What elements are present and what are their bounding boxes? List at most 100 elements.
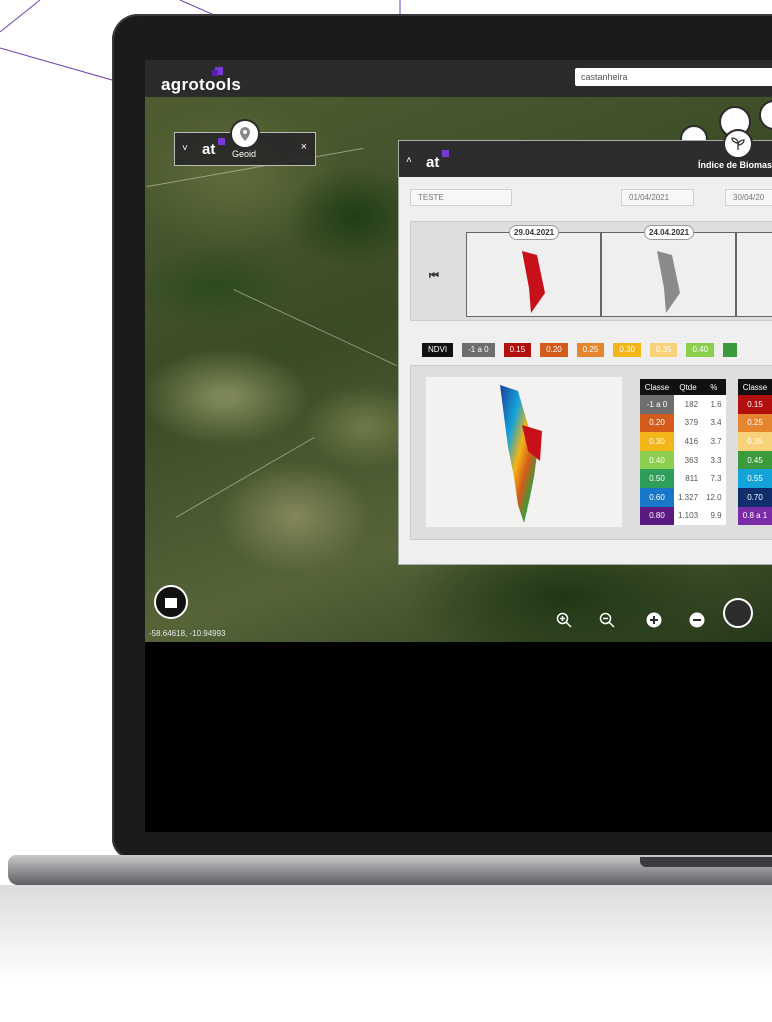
thumbnail-date: 24.04.2021 [644, 225, 695, 240]
class-cell: 0.70 [738, 487, 772, 507]
class-cell: 0.8 a 1 [738, 506, 772, 526]
table-row: 0.15 [738, 395, 772, 414]
legend-item: 0.15 [503, 343, 532, 357]
table-row: 0.20 379 3.4 [640, 413, 726, 433]
pct-cell: 3.7 [702, 432, 726, 451]
qtde-cell: 363 [674, 450, 703, 470]
app-screen: agrotools castanheira ˅ at Geoid × ˄ at [145, 60, 772, 642]
surface-reflection [0, 885, 772, 1022]
timeline-thumbnail[interactable] [736, 232, 772, 317]
ndvi-stats-table: Classe Qtde % -1 a 0 182 1.6 0.20 379 3.4 0.… [640, 379, 726, 526]
at-logo: at [202, 141, 216, 158]
qtde-cell: 1.103 [674, 506, 703, 526]
legend-item: 0.35 [649, 343, 678, 357]
chevron-down-icon[interactable]: ˅ [182, 143, 188, 154]
ndvi-analysis: Classe Qtde % -1 a 0 182 1.6 0.20 379 3.4 0.… [410, 365, 772, 540]
table-row: 0.45 [738, 450, 772, 470]
timeline-thumbnail[interactable]: 29.04.2021 [466, 225, 601, 317]
column-header: Classe [738, 379, 772, 395]
pct-cell: 3.3 [702, 450, 726, 470]
screen-bezel-bottom [145, 642, 772, 832]
table-row: -1 a 0 182 1.6 [640, 395, 726, 414]
image-timeline: ⏮ 29.04.2021 24.04.2021 [410, 221, 772, 321]
farm-polygon-gray [657, 251, 680, 313]
table-row: 0.35 [738, 432, 772, 451]
table-header-row: Classe [738, 379, 772, 395]
legend-item: -1 a 0 [462, 343, 495, 357]
thumbnail-date: 29.04.2021 [509, 225, 560, 240]
table-row: 0.50 811 7.3 [640, 469, 726, 488]
at-logo-mark-icon [218, 138, 225, 145]
page: agrotools castanheira ˅ at Geoid × ˄ at [0, 0, 772, 1022]
class-cell: 0.40 [640, 450, 674, 470]
timeline-thumbnail[interactable]: 24.04.2021 [601, 225, 736, 317]
map-road [233, 289, 397, 366]
table-row: 0.55 [738, 469, 772, 488]
legend-item: 0.20 [540, 343, 568, 357]
pct-cell: 12.0 [702, 487, 726, 507]
layers-icon [165, 598, 177, 608]
date-start-field[interactable]: 01/04/2021 [621, 189, 694, 206]
class-cell: 0.45 [738, 450, 772, 470]
farm-polygon-red [522, 251, 545, 313]
biomass-panel: ˄ at Índice de Biomas TESTE 01/04/2021 3… [398, 129, 772, 565]
close-icon[interactable]: × [301, 141, 307, 153]
layers-button[interactable] [154, 585, 188, 619]
legend-item: 0.30 [613, 343, 641, 357]
class-cell: 0.25 [738, 413, 772, 433]
panel-title: Índice de Biomas [698, 160, 772, 170]
ndvi-legend: NDVI -1 a 0 0.15 0.20 0.25 0.30 0.35 0.4… [422, 343, 738, 357]
search-input[interactable]: castanheira [575, 68, 772, 86]
pct-cell: 3.4 [702, 413, 726, 433]
table-row: 0.80 1.103 9.9 [640, 506, 726, 526]
table-row: 0.25 [738, 413, 772, 433]
at-logo: at [426, 154, 440, 171]
qtde-cell: 416 [674, 432, 703, 451]
ndvi-stats-table-2: Classe 0.15 0.25 0.35 0.45 0.55 0.70 0.8… [738, 379, 772, 526]
legend-title: NDVI [422, 343, 454, 357]
table-row: 0.60 1.327 12.0 [640, 487, 726, 507]
rewind-icon[interactable]: ⏮ [429, 270, 439, 283]
class-cell: 0.55 [738, 469, 772, 488]
pct-cell: 9.9 [702, 506, 726, 526]
qtde-cell: 811 [674, 469, 703, 488]
geoid-pin-icon[interactable] [230, 119, 260, 149]
class-cell: 0.35 [738, 432, 772, 451]
class-cell: 0.30 [640, 432, 674, 451]
pct-cell: 1.6 [702, 395, 726, 414]
at-menu-button[interactable] [723, 598, 753, 628]
class-cell: 0.50 [640, 469, 674, 488]
top-bar: agrotools castanheira [145, 60, 772, 97]
panel-header: ˄ at Índice de Biomas [399, 129, 772, 177]
column-header: Qtde [674, 379, 703, 395]
class-cell: 0.20 [640, 413, 674, 433]
qtde-cell: 1.327 [674, 487, 703, 507]
plus-icon[interactable] [645, 611, 663, 629]
column-header: % [702, 379, 726, 395]
table-row: 0.40 363 3.3 [640, 450, 726, 470]
date-end-field[interactable]: 30/04/20 [725, 189, 772, 206]
zoom-in-icon[interactable] [555, 611, 573, 629]
agrotools-logo[interactable]: agrotools [161, 75, 241, 95]
laptop-notch [640, 857, 772, 867]
map-coordinates: -58.64618, -10.94993 [149, 629, 226, 638]
logo-mark-icon [212, 65, 223, 76]
name-field[interactable]: TESTE [410, 189, 512, 206]
ndvi-farm-map[interactable] [426, 377, 622, 527]
pct-cell: 7.3 [702, 469, 726, 488]
class-cell: 0.15 [738, 395, 772, 414]
class-cell: 0.60 [640, 487, 674, 507]
legend-item: 0.40 [686, 343, 715, 357]
column-header: Classe [640, 379, 674, 395]
geoid-widget[interactable]: ˅ at Geoid × [174, 119, 316, 166]
minus-icon[interactable] [688, 611, 706, 629]
at-logo-mark-icon [442, 150, 449, 157]
chevron-up-icon[interactable]: ˄ [406, 155, 412, 166]
class-cell: 0.80 [640, 506, 674, 526]
table-header-row: Classe Qtde % [640, 379, 726, 395]
legend-item: 0.25 [576, 343, 605, 357]
zoom-out-icon[interactable] [598, 611, 616, 629]
class-cell: -1 a 0 [640, 395, 674, 414]
table-row: 0.8 a 1 [738, 506, 772, 526]
qtde-cell: 182 [674, 395, 703, 414]
